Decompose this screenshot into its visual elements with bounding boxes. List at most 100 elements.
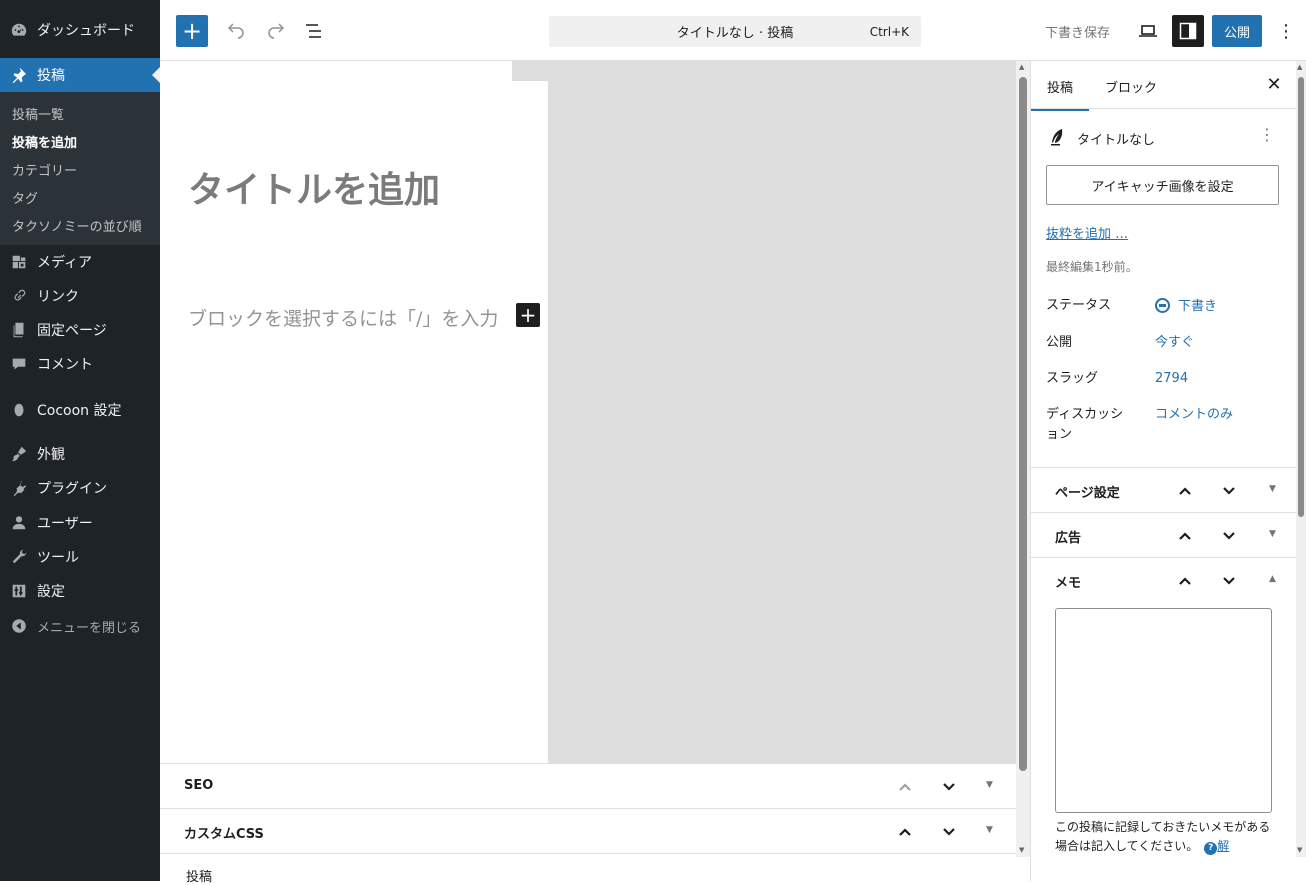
document-overview-button[interactable] (298, 15, 330, 47)
laptop-icon (1139, 25, 1157, 37)
panel-page-settings[interactable]: ページ設定 ▼ (1031, 467, 1296, 512)
status-value-button[interactable]: 下書き (1155, 297, 1217, 317)
slug-label: スラッグ (1046, 371, 1099, 386)
command-palette-bar[interactable]: タイトルなし · 投稿 Ctrl+K (549, 16, 921, 47)
scroll-up-icon[interactable]: ▲ (1297, 63, 1302, 71)
scrollbar-thumb[interactable] (1298, 77, 1304, 517)
redo-button[interactable] (260, 15, 292, 47)
undo-button[interactable] (220, 15, 252, 47)
slug-value-button[interactable]: 2794 (1155, 369, 1188, 389)
inline-inserter-button[interactable]: + (516, 303, 540, 327)
move-down-button[interactable] (1218, 525, 1240, 547)
brush-icon (9, 444, 29, 464)
preview-button[interactable] (1132, 15, 1164, 47)
undo-icon (227, 23, 244, 39)
move-up-button[interactable] (1174, 480, 1196, 502)
menu-item-pages[interactable]: 固定ページ (0, 313, 160, 347)
link-icon (9, 286, 29, 306)
memo-help-link[interactable]: 解 (1217, 839, 1229, 853)
move-up-button[interactable] (1174, 525, 1196, 547)
menu-item-appearance[interactable]: 外観 (0, 437, 160, 471)
add-excerpt-link[interactable]: 抜粋を追加 … (1046, 223, 1128, 242)
save-draft-button[interactable]: 下書き保存 (1045, 22, 1110, 41)
submenu-categories[interactable]: カテゴリー (12, 160, 77, 179)
block-inserter-button[interactable]: + (176, 15, 208, 47)
move-up-button[interactable] (894, 776, 916, 798)
settings-scrollbar[interactable]: ▲ ▼ (1296, 61, 1306, 857)
plus-icon: + (181, 17, 203, 45)
submenu-all-posts[interactable]: 投稿一覧 (12, 104, 64, 123)
move-up-button[interactable] (894, 821, 916, 843)
publish-button[interactable]: 公開 (1212, 15, 1262, 47)
menu-item-posts[interactable]: 投稿 (0, 58, 160, 92)
menu-item-settings[interactable]: 設定 (0, 574, 160, 608)
scrollbar-thumb[interactable] (1019, 77, 1027, 771)
chevron-up-icon (1179, 487, 1191, 495)
close-icon[interactable]: ✕ (1263, 73, 1285, 95)
submenu-tags[interactable]: タグ (12, 188, 38, 207)
panel-title-page-settings: ページ設定 (1055, 486, 1120, 501)
panel-ads[interactable]: 広告 ▼ (1031, 512, 1296, 557)
move-up-button[interactable] (1174, 570, 1196, 592)
plugin-icon (9, 478, 29, 498)
toggle-panel-icon[interactable]: ▼ (1269, 529, 1276, 539)
toggle-panel-icon[interactable]: ▼ (986, 825, 993, 835)
collapse-arrow-icon (9, 616, 29, 636)
metabox-title-seo: SEO (184, 778, 214, 793)
menu-item-plugins[interactable]: プラグイン (0, 471, 160, 505)
status-label: ステータス (1046, 298, 1112, 313)
menu-label-settings: 設定 (37, 584, 65, 600)
post-actions-ellipsis-icon[interactable]: ⋮ (1259, 125, 1275, 144)
memo-textarea[interactable] (1055, 608, 1272, 813)
publish-date-button[interactable]: 今すぐ (1155, 333, 1194, 353)
menu-item-media[interactable]: メディア (0, 245, 160, 279)
block-appender-placeholder[interactable]: ブロックを選択するには「/」を入力 (188, 304, 498, 331)
canvas-scrollbar[interactable]: ▲ ▼ (1016, 61, 1030, 857)
menu-item-tools[interactable]: ツール (0, 540, 160, 574)
panel-title-memo: メモ (1055, 576, 1082, 591)
move-down-button[interactable] (938, 821, 960, 843)
discussion-value-button[interactable]: コメントのみ (1155, 405, 1233, 425)
scroll-down-icon[interactable]: ▼ (1297, 846, 1302, 854)
toggle-panel-icon[interactable]: ▼ (986, 780, 993, 790)
options-menu-button[interactable]: ⋮ (1270, 15, 1302, 47)
toggle-panel-icon[interactable]: ▲ (1269, 574, 1276, 584)
menu-item-comments[interactable]: コメント (0, 347, 160, 381)
toggle-panel-icon[interactable]: ▼ (1269, 484, 1276, 494)
menu-item-cocoon-settings[interactable]: Cocoon 設定 (0, 393, 160, 427)
draft-status-icon (1155, 298, 1170, 313)
move-down-button[interactable] (1218, 480, 1240, 502)
submenu-taxonomy-order[interactable]: タクソノミーの並び順 (12, 216, 142, 235)
collapse-menu-button[interactable]: メニューを閉じる (0, 609, 160, 643)
metabox-custom-css: カスタムCSS ▼ (160, 808, 1016, 853)
move-down-button[interactable] (938, 776, 960, 798)
menu-item-links[interactable]: リンク (0, 279, 160, 313)
editor-header: + タイトルなし · 投稿 Ctrl+K 下書き保存 公開 ⋮ (160, 0, 1306, 61)
move-down-button[interactable] (1218, 570, 1240, 592)
help-icon[interactable]: ? (1204, 842, 1218, 855)
menu-label-cocoon: Cocoon 設定 (37, 403, 122, 419)
document-title: タイトルなし · 投稿 (676, 26, 794, 41)
menu-item-users[interactable]: ユーザー (0, 506, 160, 540)
menu-label-pages: 固定ページ (37, 323, 107, 339)
panel-title-ads: 広告 (1055, 531, 1082, 546)
post-card-title: タイトルなし (1077, 133, 1156, 148)
chevron-down-icon (943, 783, 955, 791)
panel-memo[interactable]: メモ ▲ (1031, 557, 1296, 602)
scroll-up-icon[interactable]: ▲ (1019, 63, 1024, 71)
settings-tabs: 投稿 ブロック ✕ (1031, 61, 1296, 111)
breadcrumb[interactable]: 投稿 (186, 866, 212, 885)
pages-icon (9, 320, 29, 340)
submenu-add-new-post[interactable]: 投稿を追加 (12, 132, 77, 151)
settings-sidebar-toggle[interactable] (1172, 15, 1204, 47)
post-title-input[interactable]: タイトルを追加 (188, 161, 440, 213)
sidebar-icon (1179, 22, 1197, 40)
chevron-up-icon (899, 828, 911, 836)
scroll-down-icon[interactable]: ▼ (1019, 846, 1024, 854)
tab-post[interactable]: 投稿 (1031, 77, 1090, 111)
menu-item-dashboard[interactable]: ダッシュボード (0, 13, 160, 47)
admin-sidebar: ダッシュボード 投稿 投稿一覧 投稿を追加 カテゴリー タグ タクソノミーの並び… (0, 0, 160, 881)
set-featured-image-button[interactable]: アイキャッチ画像を設定 (1046, 165, 1279, 205)
tab-block[interactable]: ブロック (1105, 77, 1157, 96)
menu-label-collapse: メニューを閉じる (37, 620, 142, 636)
